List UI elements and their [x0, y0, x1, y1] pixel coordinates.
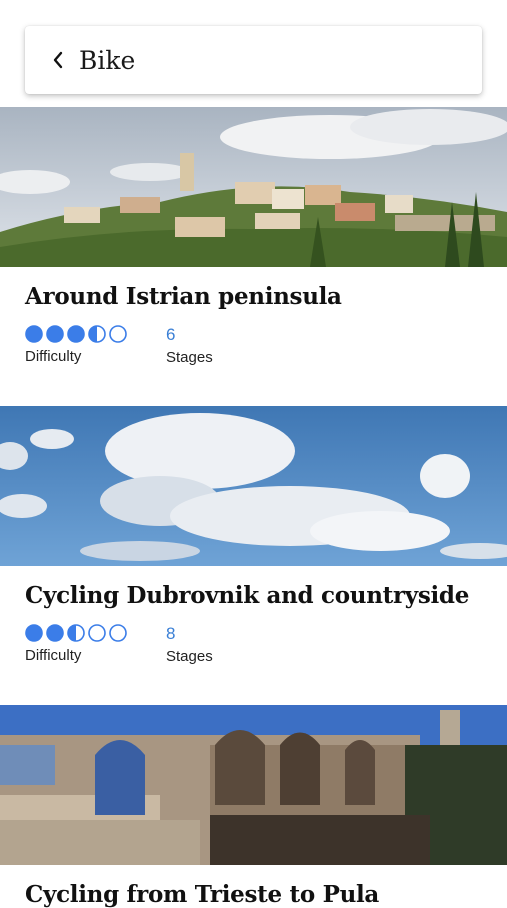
stages-label: Stages	[166, 648, 213, 665]
back-button[interactable]	[38, 40, 78, 80]
difficulty-dot-full	[25, 624, 43, 642]
difficulty-dot-half	[88, 325, 106, 343]
difficulty-dot-empty	[88, 624, 106, 642]
tour-image	[0, 406, 507, 566]
stages: 6 Stages	[166, 325, 213, 367]
tour-title: Around Istrian peninsula	[25, 283, 342, 310]
tour-title: Cycling Dubrovnik and countryside	[25, 582, 470, 609]
tour-image	[0, 107, 507, 267]
page-title: Bike	[79, 45, 136, 75]
stages-label: Stages	[166, 349, 213, 366]
difficulty-dot-full	[25, 325, 43, 343]
tour-title: Cycling from Trieste to Pula	[25, 881, 380, 908]
difficulty-rating	[25, 624, 127, 642]
difficulty-dot-empty	[109, 624, 127, 642]
chevron-left-icon	[53, 51, 63, 69]
app-bar: Bike	[25, 26, 482, 94]
difficulty-dot-full	[46, 624, 64, 642]
stages: 8 Stages	[166, 624, 213, 666]
difficulty: Difficulty	[25, 325, 127, 365]
difficulty-dot-full	[46, 325, 64, 343]
difficulty-dot-full	[67, 325, 85, 343]
tour-image	[0, 705, 507, 865]
difficulty-label: Difficulty	[25, 647, 82, 664]
tour-card[interactable]: Around Istrian peninsula Difficulty 6 St…	[0, 107, 507, 377]
difficulty-dot-empty	[109, 325, 127, 343]
stages-count: 6	[166, 325, 176, 344]
difficulty-dot-half	[67, 624, 85, 642]
tour-card[interactable]: Cycling from Trieste to Pula	[0, 705, 507, 908]
stages-count: 8	[166, 624, 176, 643]
tour-card[interactable]: Cycling Dubrovnik and countryside Diffic…	[0, 406, 507, 676]
difficulty-rating	[25, 325, 127, 343]
difficulty: Difficulty	[25, 624, 127, 664]
difficulty-label: Difficulty	[25, 348, 82, 365]
